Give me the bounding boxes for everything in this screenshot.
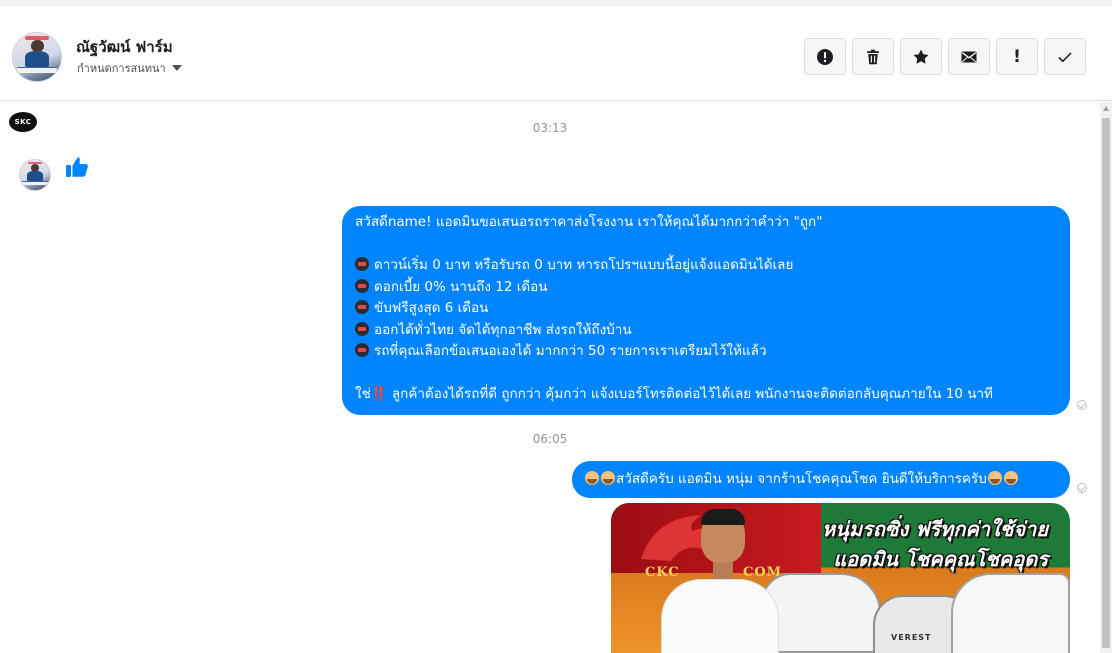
conversation-header: ณัฐวัฒน์ ฟาร์ม กำหนดการสนทนา ! [0, 12, 1112, 101]
thumbs-up-icon[interactable] [64, 154, 90, 180]
star-button[interactable] [900, 38, 942, 75]
car-emoji-icon [355, 343, 369, 357]
star-icon [913, 49, 929, 64]
scroll-up-arrow-icon[interactable] [1103, 106, 1109, 111]
car-badge-text: VEREST [891, 633, 932, 642]
message-greeting: สวัสดีname! แอดมินขอเสนอรถราคาส่งโรงงาน … [355, 214, 823, 230]
car-emoji-icon [355, 278, 369, 293]
trash-icon [867, 49, 879, 64]
outgoing-message-bubble[interactable]: สวัสดีครับ แอดมิน หนุ่ม จากร้านโชคคุณโชค… [572, 461, 1070, 498]
double-exclamation-icon: ‼️ [370, 386, 388, 402]
message-bullet: ขับฟรีสูงสุด 6 เดือน [355, 298, 1058, 320]
mark-important-button[interactable]: ! [996, 38, 1038, 75]
image-headline: หนุ่มรถซิ่ง ฟรีทุกค่าใช้จ่าย [821, 517, 1048, 541]
sent-check-icon [1077, 483, 1087, 493]
sender-avatar[interactable] [19, 159, 51, 191]
assign-label: กำหนดการสนทนา [77, 62, 166, 75]
alert-circle-icon [817, 48, 833, 65]
outgoing-message-bubble[interactable]: สวัสดีname! แอดมินขอเสนอรถราคาส่งโรงงาน … [342, 206, 1070, 415]
thread-scrollbar[interactable] [1100, 102, 1112, 653]
car-emoji-icon [355, 300, 369, 314]
message-closing: ใช่‼️ ลูกค้าต้องได้รถที่ดี ถูกกว่า คุ้มก… [355, 386, 993, 402]
car-image [951, 573, 1070, 653]
message-bullet: รถที่คุณเลือกข้อเสนอเองได้ มากกว่า 50 รา… [355, 341, 1058, 363]
spam-button[interactable] [804, 38, 846, 75]
exclamation-icon: ! [1013, 46, 1021, 67]
caret-down-icon [171, 65, 182, 71]
scrollbar-thumb[interactable] [1102, 118, 1110, 648]
image-subheadline: แอดมิน โชคคุณโชคอุดร [833, 547, 1048, 571]
contact-avatar[interactable] [12, 32, 62, 82]
man-emoji-icon [1003, 471, 1018, 485]
message-bullet: ดาวน์เริ่ม 0 บาท หรือรับรถ 0 บาท หารถโปร… [355, 255, 1058, 277]
inbox-conversation: ณัฐวัฒน์ ฟาร์ม กำหนดการสนทนา ! SKC 03:13… [0, 0, 1112, 653]
mark-unread-button[interactable] [948, 38, 990, 75]
assign-conversation-dropdown[interactable]: กำหนดการสนทนา [77, 59, 182, 77]
message-bullet: ดอกเบี้ย 0% นานถึง 12 เดือน [355, 277, 1058, 299]
mark-done-button[interactable] [1044, 38, 1086, 75]
car-emoji-icon [355, 257, 369, 271]
message-timestamp: 03:13 [532, 121, 568, 135]
car-image [761, 573, 881, 653]
delete-button[interactable] [852, 38, 894, 75]
person-photo [651, 509, 779, 653]
man-emoji-icon [585, 471, 599, 485]
contact-name[interactable]: ณัฐวัฒน์ ฟาร์ม [76, 35, 173, 59]
sent-check-icon [1077, 400, 1087, 410]
man-emoji-icon [601, 471, 615, 485]
message-timestamp: 06:05 [532, 432, 568, 446]
header-actions: ! [804, 38, 1086, 75]
message-thread[interactable]: SKC 03:13 สวัสดีname! แอดมินขอเสนอรถราคา… [0, 102, 1100, 653]
car-emoji-icon [355, 321, 369, 336]
image-attachment[interactable]: CKC COM หนุ่มรถซิ่ง ฟรีทุกค่าใช้จ่าย แอด… [611, 503, 1070, 653]
man-emoji-icon [987, 471, 1002, 485]
checkmark-icon [1058, 51, 1072, 62]
message-bullet: ออกได้ทั่วไทย จัดได้ทุกอาชีพ ส่งรถให้ถึง… [355, 320, 1058, 342]
message-text: สวัสดีครับ แอดมิน หนุ่ม จากร้านโชคคุณโชค… [616, 471, 987, 487]
envelope-icon [961, 51, 977, 62]
